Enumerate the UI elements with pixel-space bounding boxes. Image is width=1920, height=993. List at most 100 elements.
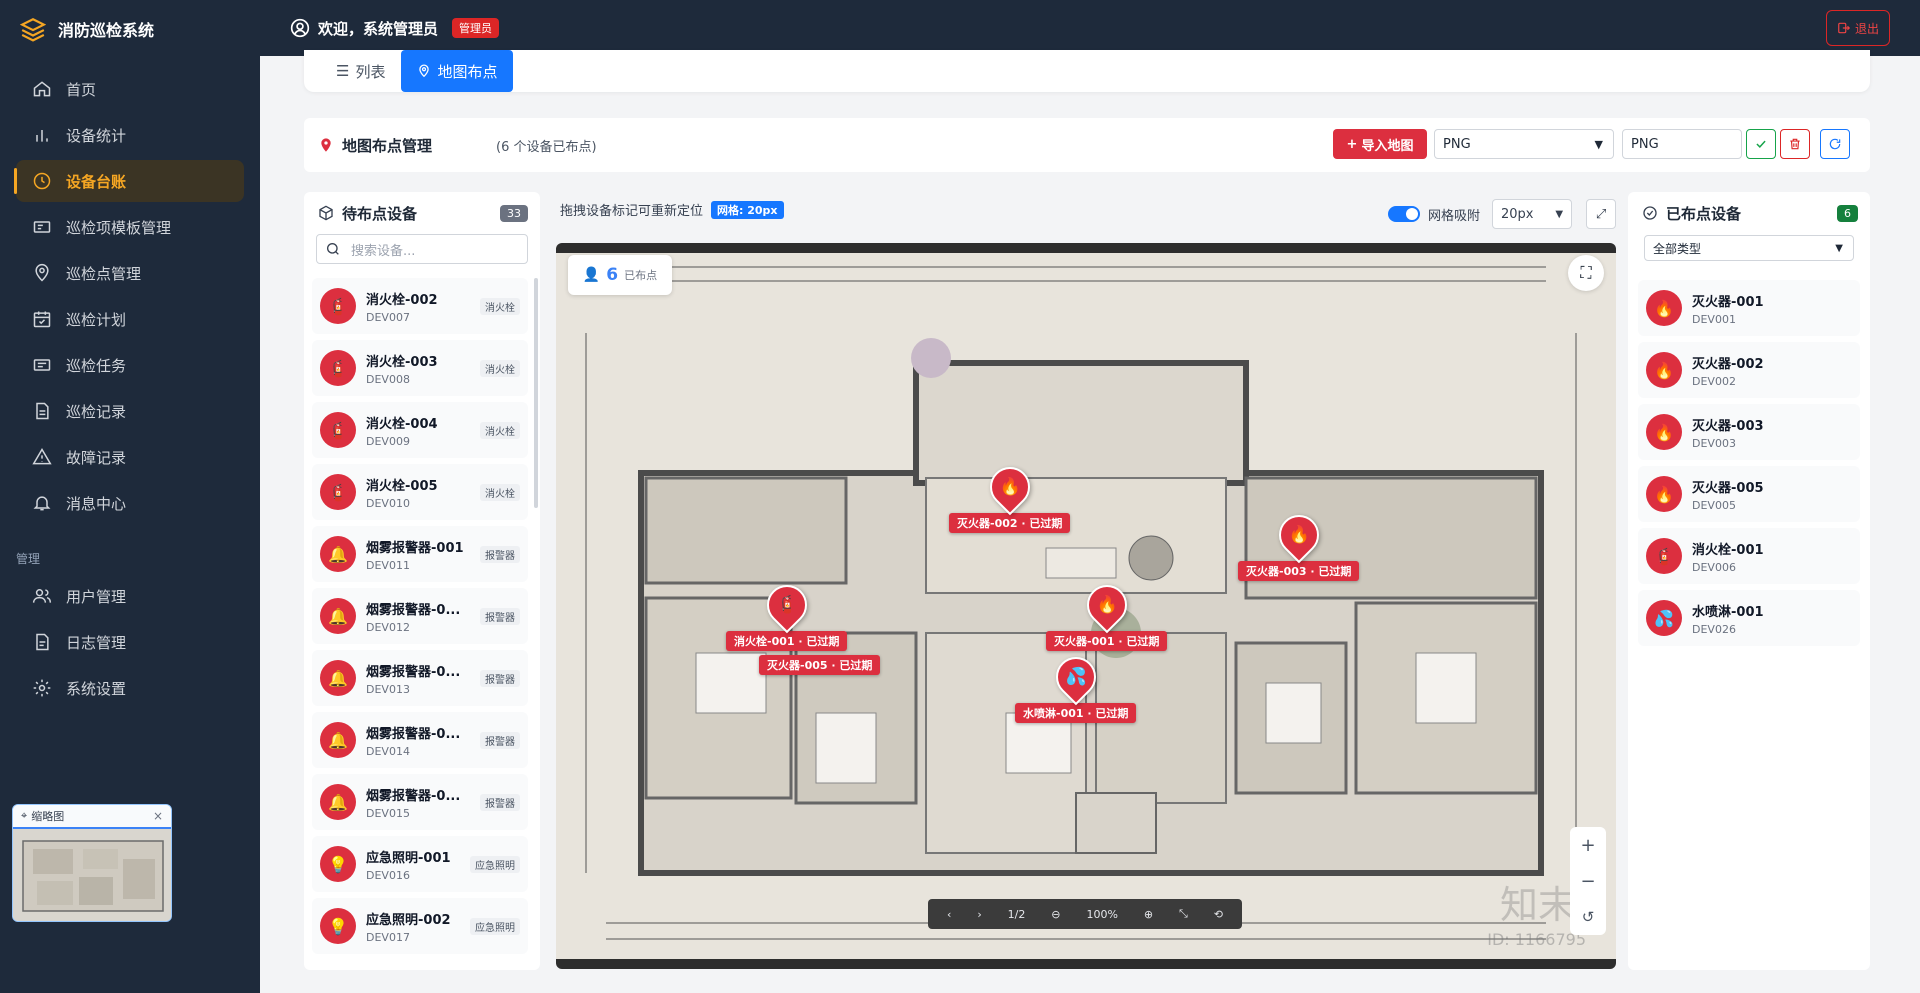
tab-list[interactable]: ☰ 列表 <box>320 50 401 92</box>
device-name: 烟雾报警器-001 <box>366 540 464 556</box>
device-list-item[interactable]: 🔔 烟雾报警器-0... DEV014 报警器 <box>312 712 528 768</box>
device-search-input[interactable]: 搜索设备... <box>316 234 528 264</box>
rotate-icon[interactable]: ⟲ <box>1214 908 1223 921</box>
map-marker[interactable]: 🔥 灭火器-001 · 已过期 <box>1046 576 1168 651</box>
marker-pin[interactable]: 🔥 <box>1270 506 1327 564</box>
device-list-item[interactable]: 🔔 烟雾报警器-0... DEV012 报警器 <box>312 588 528 644</box>
reset-icon: ↺ <box>1581 908 1595 926</box>
nav-item-faults[interactable]: 故障记录 <box>16 436 244 478</box>
device-list-item[interactable]: 💡 应急照明-001 DEV016 应急照明 <box>312 836 528 892</box>
nav-item-logs[interactable]: 日志管理 <box>16 621 244 663</box>
device-name: 灭火器-002 <box>1692 356 1764 372</box>
box-icon <box>319 205 333 221</box>
map-marker[interactable]: 🔥 灭火器-002 · 已过期 <box>949 458 1071 533</box>
nav-item-messages[interactable]: 消息中心 <box>16 482 244 524</box>
minimap-preview[interactable] <box>13 827 171 921</box>
nav-item-device-ledger[interactable]: 设备台账 <box>14 160 244 202</box>
list-scrollbar[interactable] <box>534 278 538 508</box>
tab-label: 地图布点 <box>437 62 498 81</box>
placed-device-item[interactable]: 💦 水喷淋-001 DEV026 <box>1638 590 1860 646</box>
placed-counter: 👤 6 已布点 <box>568 255 672 295</box>
device-name: 烟雾报警器-0... <box>366 788 461 804</box>
fullscreen-button[interactable]: ⛶ <box>1568 255 1604 291</box>
device-type-tag: 消火栓 <box>480 422 520 439</box>
marker-pin[interactable]: 💦 <box>1047 648 1104 706</box>
location-icon <box>35 263 49 282</box>
refresh-button[interactable] <box>1820 129 1850 159</box>
device-list-item[interactable]: 🔔 烟雾报警器-0... DEV013 报警器 <box>312 650 528 706</box>
map-marker[interactable]: 💦 水喷淋-001 · 已过期 <box>1015 648 1137 723</box>
grid-size-badge: 网格: 20px <box>711 200 784 219</box>
map-select[interactable]: PNG ▼ <box>1434 129 1614 159</box>
nav-item-settings[interactable]: 系统设置 <box>16 667 244 709</box>
placed-device-item[interactable]: 🔥 灭火器-002 DEV002 <box>1638 342 1860 398</box>
image-viewer-toolbar: ‹ › 1/2 ⊖ 100% ⊕ ⤡ ⟲ <box>928 899 1242 929</box>
delete-button[interactable] <box>1780 129 1810 159</box>
top-bar: 欢迎，系统管理员 管理员 退出 <box>260 0 1920 56</box>
marker-pin[interactable]: 🔥 <box>1078 576 1135 634</box>
next-page-icon[interactable]: › <box>977 908 981 921</box>
brand: 消防巡检系统 <box>0 0 260 58</box>
placed-device-item[interactable]: 🧯 消火栓-001 DEV006 <box>1638 528 1860 584</box>
map-name-input[interactable]: PNG <box>1622 129 1742 159</box>
zoom-in-button[interactable]: + <box>1570 827 1606 863</box>
zoom-out-button[interactable]: − <box>1570 863 1606 899</box>
gear-icon <box>33 679 51 697</box>
placed-device-item[interactable]: 🔥 灭火器-003 DEV003 <box>1638 404 1860 460</box>
import-map-label[interactable]: 导入地图 <box>1361 135 1413 154</box>
nav-item-plan[interactable]: 巡检计划 <box>16 298 244 340</box>
placed-device-item[interactable]: 🔥 灭火器-005 DEV005 <box>1638 466 1860 522</box>
nav-item-task[interactable]: 巡检任务 <box>16 344 244 386</box>
device-list-item[interactable]: 🧯 消火栓-005 DEV010 消火栓 <box>312 464 528 520</box>
reset-view-button[interactable]: ↺ <box>1570 899 1606 935</box>
device-list-item[interactable]: 💡 应急照明-002 DEV017 应急照明 <box>312 898 528 954</box>
device-type-icon: 🔥 <box>1646 414 1682 450</box>
map-marker[interactable]: 🔥 灭火器-003 · 已过期 <box>1238 506 1360 581</box>
placed-device-item[interactable]: 🔥 灭火器-001 DEV001 <box>1638 280 1860 336</box>
type-filter-select[interactable]: 全部类型 ▼ <box>1644 235 1854 261</box>
chevron-down-icon: ▼ <box>1555 208 1564 220</box>
import-map-button[interactable]: + 导入地图 <box>1333 129 1427 159</box>
grid-size-select[interactable]: 20px ▼ <box>1492 199 1573 229</box>
map-marker[interactable]: 🔥 灭火器-005 · 已过期 <box>759 609 881 675</box>
device-code: DEV007 <box>366 310 410 324</box>
minimap-title: 缩略图 <box>31 810 65 823</box>
log-icon <box>36 633 49 651</box>
clock-icon <box>33 172 51 190</box>
floor-plan-canvas[interactable]: 👤 6 已布点 ⛶ 🔥 灭火器-002 · 已过期 🔥 灭火器-003 · 已过… <box>556 243 1616 969</box>
marker-pin[interactable]: 🔥 <box>981 458 1038 516</box>
nav-item-home[interactable]: 首页 <box>16 68 244 110</box>
device-type-tag: 消火栓 <box>480 360 520 377</box>
zoom-in-icon[interactable]: ⊕ <box>1144 908 1153 921</box>
logout-button[interactable]: 退出 <box>1825 10 1890 46</box>
nav-item-users[interactable]: 用户管理 <box>16 575 244 617</box>
device-list-item[interactable]: 🧯 消火栓-004 DEV009 消火栓 <box>312 402 528 458</box>
chevron-down-icon: ▼ <box>1594 137 1603 151</box>
minimap[interactable]: ⌖ 缩略图 × <box>12 804 172 922</box>
device-type-icon: 💡 <box>320 908 356 944</box>
sidebar: 消防巡检系统 首页 设备统计 设备台账 巡检项模板管理 巡检点管理 巡检计划 巡… <box>0 0 260 993</box>
users-icon: 👤 <box>582 267 601 283</box>
device-type-icon: 💦 <box>1646 600 1682 636</box>
device-list-item[interactable]: 🔔 烟雾报警器-0... DEV015 报警器 <box>312 774 528 830</box>
prev-page-icon[interactable]: ‹ <box>947 908 951 921</box>
tab-map-placement[interactable]: 地图布点 <box>401 50 514 92</box>
collapse-icon[interactable]: ⤡ <box>1179 907 1188 921</box>
device-list-item[interactable]: 🧯 消火栓-002 DEV007 消火栓 <box>312 278 528 334</box>
check-circle-icon <box>1643 206 1657 220</box>
grid-snap-toggle[interactable] <box>1388 206 1420 222</box>
marker-icon: 🔥 <box>1288 524 1310 545</box>
nav-item-template[interactable]: 巡检项模板管理 <box>16 206 244 248</box>
device-list-item[interactable]: 🔔 烟雾报警器-001 DEV011 报警器 <box>312 526 528 582</box>
grid-size-value: 20px <box>1501 206 1534 222</box>
device-code: DEV001 <box>1692 312 1736 326</box>
minus-icon: − <box>1580 870 1596 892</box>
nav-item-points[interactable]: 巡检点管理 <box>16 252 244 294</box>
nav-item-records[interactable]: 巡检记录 <box>16 390 244 432</box>
device-list-item[interactable]: 🧯 消火栓-003 DEV008 消火栓 <box>312 340 528 396</box>
minimap-close-button[interactable]: × <box>153 809 163 823</box>
fit-view-button[interactable]: ⤢ <box>1586 199 1617 229</box>
confirm-button[interactable] <box>1746 129 1776 159</box>
zoom-out-icon[interactable]: ⊖ <box>1051 908 1060 921</box>
nav-item-device-stats[interactable]: 设备统计 <box>16 114 244 156</box>
